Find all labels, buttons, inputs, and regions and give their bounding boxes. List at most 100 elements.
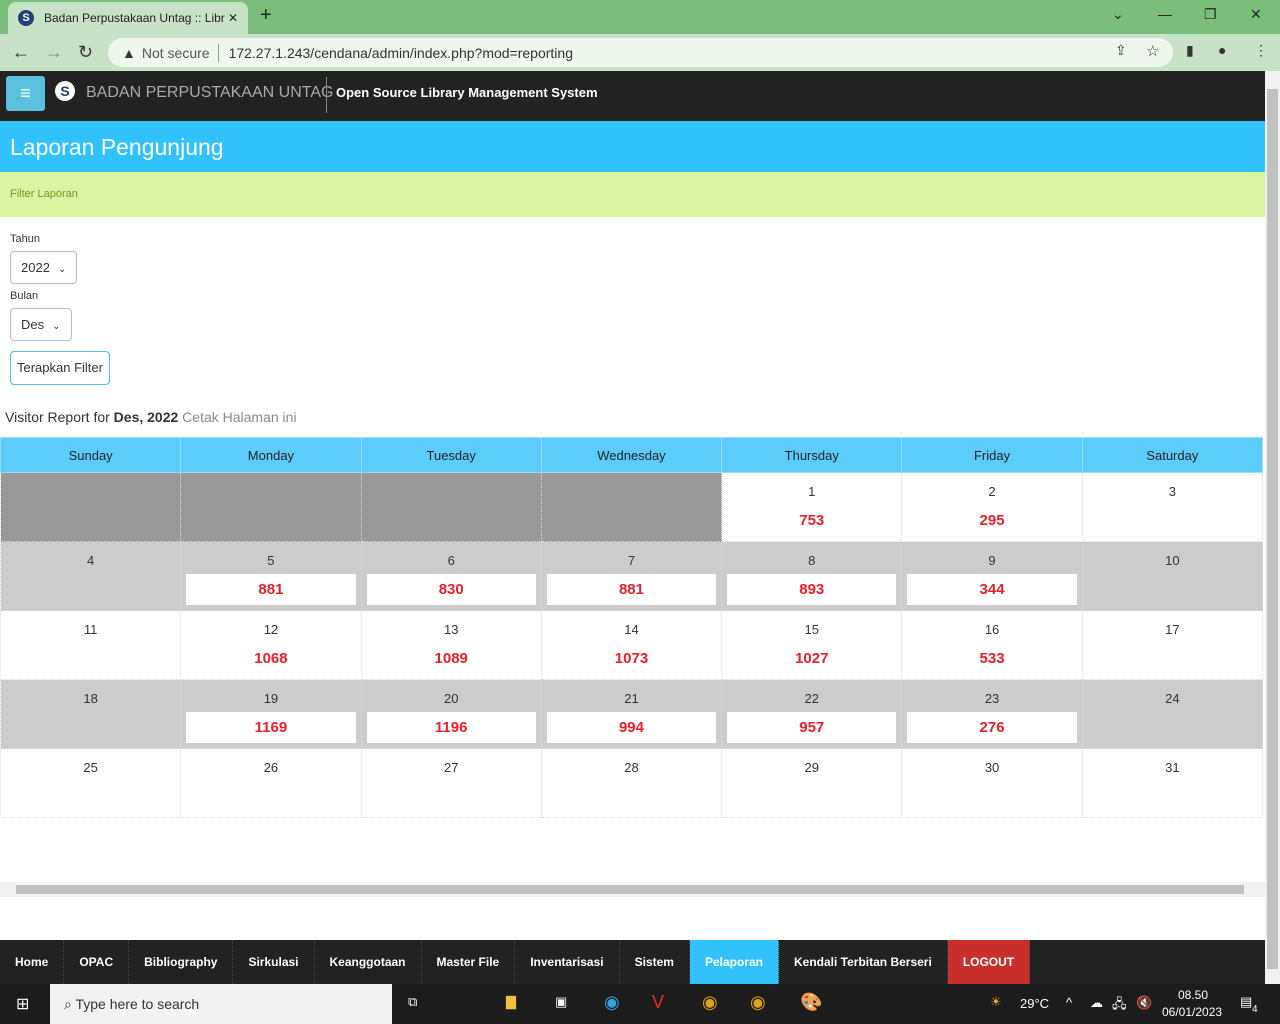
calendar-day: 19 1169	[180, 679, 362, 749]
day-number: 29	[804, 760, 819, 775]
print-page-link[interactable]: Cetak Halaman ini	[182, 409, 296, 425]
app-icon[interactable]: V	[652, 992, 664, 1013]
calendar-day: 5 881	[180, 541, 362, 611]
menu-dots-icon[interactable]: ⋮	[1254, 42, 1268, 59]
vertical-scrollbar[interactable]	[1265, 71, 1280, 984]
new-tab-icon[interactable]: +	[260, 4, 272, 27]
horizontal-scrollbar[interactable]	[0, 882, 1265, 897]
cloud-icon[interactable]: ☁	[1090, 995, 1103, 1011]
nav-item-bibliography[interactable]: Bibliography	[129, 940, 234, 984]
day-header: Thursday	[721, 437, 903, 473]
bookmark-star-icon[interactable]: ☆	[1146, 42, 1159, 60]
day-number: 17	[1165, 622, 1180, 637]
nav-item-sistem[interactable]: Sistem	[620, 940, 690, 984]
calendar-day: 30	[901, 748, 1083, 818]
nav-item-inventarisasi[interactable]: Inventarisasi	[515, 940, 620, 984]
nav-item-pelaporan[interactable]: Pelaporan	[689, 940, 779, 984]
url-input[interactable]: ▲ Not secure 172.27.1.243/cendana/admin/…	[108, 38, 1173, 67]
nav-item-home[interactable]: Home	[0, 940, 65, 984]
minimize-icon[interactable]: —	[1158, 6, 1172, 22]
tray-chevron-icon[interactable]: ^	[1066, 995, 1072, 1010]
nav-item-opac[interactable]: OPAC	[64, 940, 130, 984]
day-number: 15	[804, 622, 819, 637]
day-number: 11	[83, 622, 98, 637]
back-icon[interactable]: ←	[12, 42, 30, 63]
calendar-day: 4	[0, 541, 182, 611]
sidebar-icon[interactable]: ▮	[1186, 42, 1194, 59]
nav-item-sirkulasi[interactable]: Sirkulasi	[233, 940, 315, 984]
task-view-icon[interactable]: ⧉	[408, 994, 417, 1010]
warning-icon: ▲	[122, 44, 136, 61]
visitor-count: 1068	[254, 650, 288, 667]
empty-cell	[180, 472, 362, 542]
nav-item-keanggotaan[interactable]: Keanggotaan	[315, 940, 422, 984]
visitor-count: 753	[799, 512, 825, 529]
store-icon[interactable]: ▣	[555, 994, 567, 1010]
visitor-count: 1027	[795, 650, 829, 667]
day-number: 7	[627, 553, 636, 568]
nav-item-kendali-terbitan-berseri[interactable]: Kendali Terbitan Berseri	[779, 940, 948, 984]
clock-date[interactable]: 06/01/2023	[1162, 1005, 1222, 1019]
calendar-day: 11	[0, 610, 182, 680]
month-label: Bulan	[10, 290, 39, 302]
calendar-day: 16 533	[901, 610, 1083, 680]
calendar-day: 24	[1081, 679, 1264, 749]
file-explorer-icon[interactable]: ▇	[506, 994, 516, 1010]
day-number: 5	[267, 553, 275, 568]
scrollbar-thumb[interactable]	[1267, 89, 1278, 969]
chrome-icon[interactable]: ◉	[702, 992, 718, 1013]
reload-icon[interactable]: ↻	[78, 42, 93, 63]
nav-item-master-file[interactable]: Master File	[422, 940, 516, 984]
empty-cell	[0, 472, 182, 542]
apply-filter-button[interactable]: Terapkan Filter	[10, 351, 110, 385]
day-number: 27	[443, 760, 459, 775]
nav-item-logout[interactable]: LOGOUT	[947, 940, 1031, 984]
day-number: 12	[263, 622, 279, 637]
close-tab-icon[interactable]: ✕	[228, 11, 238, 25]
paint-icon[interactable]: 🎨	[800, 992, 822, 1013]
visitor-count: 1169	[186, 712, 356, 743]
windows-start-icon[interactable]: ⊞	[16, 994, 29, 1014]
weather-temp[interactable]: 29°C	[1020, 996, 1049, 1011]
browser-tab[interactable]: S Badan Perpustakaan Untag :: Libr ✕	[8, 2, 248, 34]
tab-search-icon[interactable]: ⌄	[1112, 6, 1124, 23]
day-header: Tuesday	[360, 437, 542, 473]
edge-icon[interactable]: ◉	[604, 992, 620, 1013]
scrollbar-thumb[interactable]	[16, 885, 1244, 894]
month-select[interactable]: Des ⌄	[10, 308, 72, 341]
divider	[326, 77, 327, 113]
taskbar-search-input[interactable]: ⌕ Type here to search	[50, 984, 392, 1024]
clock-time[interactable]: 08.50	[1178, 988, 1208, 1002]
forward-icon[interactable]: →	[45, 42, 63, 63]
year-select[interactable]: 2022 ⌄	[10, 251, 78, 284]
day-header: Friday	[901, 437, 1083, 473]
hamburger-menu-button[interactable]: ≡	[6, 76, 45, 111]
maximize-icon[interactable]: ❐	[1204, 6, 1217, 23]
volume-muted-icon[interactable]: 🔇	[1136, 995, 1152, 1011]
notification-icon[interactable]: ▤	[1240, 994, 1252, 1010]
tab-title: Badan Perpustakaan Untag :: Libr	[44, 11, 225, 25]
day-number: 25	[83, 760, 98, 775]
calendar-day: 26	[180, 748, 362, 818]
day-number: 10	[1165, 553, 1180, 568]
calendar-day: 29	[721, 748, 903, 818]
day-number: 4	[87, 553, 95, 568]
chrome-icon[interactable]: ◉	[750, 992, 766, 1013]
day-number: 13	[443, 622, 459, 637]
close-window-icon[interactable]: ✕	[1250, 6, 1262, 23]
share-icon[interactable]: ⇪	[1115, 42, 1127, 59]
visitor-count: 881	[186, 574, 356, 605]
weather-icon[interactable]: ☀	[990, 994, 1002, 1010]
chevron-down-icon: ⌄	[52, 321, 61, 332]
calendar-week: 4 5 881 6 830 7 881 8 893 9 344 10	[0, 541, 1264, 611]
search-icon: ⌕	[64, 996, 76, 1012]
day-header: Sunday	[0, 437, 182, 473]
day-number: 24	[1165, 691, 1180, 706]
app-subtitle: Open Source Library Management System	[336, 85, 598, 100]
profile-avatar-icon[interactable]: ●	[1218, 42, 1226, 58]
calendar-day: 27	[360, 748, 542, 818]
calendar-day: 7 881	[540, 541, 723, 611]
visitor-count: 533	[979, 650, 1005, 667]
day-header: Wednesday	[540, 437, 723, 473]
network-icon[interactable]: 🖧	[1112, 995, 1127, 1017]
